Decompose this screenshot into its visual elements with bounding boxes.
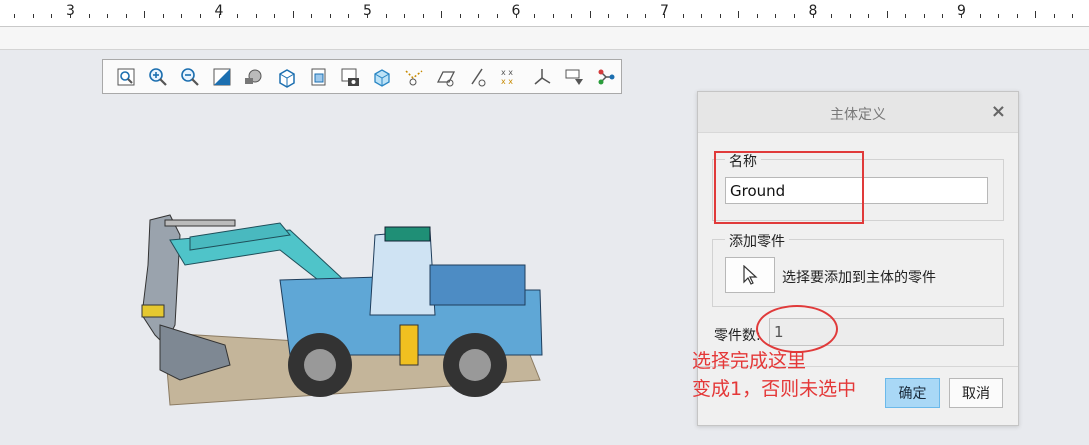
ruler-tick: [1072, 14, 1074, 18]
ruler-tick: [459, 14, 461, 18]
ruler-tick: [608, 14, 610, 18]
render-style-icon[interactable]: [239, 64, 268, 90]
ruler-tick: [534, 14, 536, 18]
constraint-icon[interactable]: [399, 64, 428, 90]
svg-text:x x: x x: [501, 77, 513, 86]
ruler-label: 7: [660, 3, 669, 19]
ruler-tick: [162, 14, 164, 18]
ruler-tick: [32, 14, 34, 18]
annotation-note-line2: 变成1，否则未选中: [692, 378, 857, 400]
ruler-tick: [738, 11, 740, 18]
ruler-tick: [589, 11, 591, 18]
ruler-tick: [775, 14, 777, 18]
ok-button[interactable]: 确定: [885, 378, 940, 408]
ruler-tick: [719, 14, 721, 18]
ruler-tick: [255, 14, 257, 18]
zoom-area-icon[interactable]: [207, 64, 236, 90]
box-view-icon[interactable]: [271, 64, 300, 90]
ruler-tick: [329, 14, 331, 18]
ruler-tick: [552, 14, 554, 18]
add-parts-group-label: 添加零件: [725, 231, 789, 251]
dialog-titlebar[interactable]: 主体定义 ×: [698, 92, 1018, 133]
ruler-tick: [385, 14, 387, 18]
ruler-tick: [292, 11, 294, 18]
ruler-label: 4: [214, 3, 224, 19]
ruler-label: 9: [957, 3, 966, 19]
ruler: 3 4 5 6 7 8 9: [0, 0, 1089, 27]
ruler-tick: [348, 14, 350, 18]
ruler-strip: [0, 27, 1089, 50]
dialog-title: 主体定义: [830, 107, 886, 123]
ruler-tick: [441, 11, 443, 18]
ruler-tick: [107, 14, 109, 18]
ruler-tick: [478, 14, 480, 18]
zoom-out-icon[interactable]: [175, 64, 204, 90]
ruler-tick: [923, 14, 925, 18]
annotation-highlight-box: [714, 151, 864, 224]
ruler-tick: [849, 14, 851, 18]
ruler-tick: [144, 11, 146, 18]
part-count-label: 零件数:: [714, 328, 761, 344]
ruler-label: 5: [363, 3, 372, 19]
ruler-tick: [942, 14, 944, 18]
ruler-tick: [88, 14, 90, 18]
ruler-tick: [1016, 14, 1018, 18]
annotation-note-line1: 选择完成这里: [692, 350, 807, 372]
ruler-tick: [274, 14, 276, 18]
cursor-arrow-icon: [743, 265, 758, 285]
axis-icon[interactable]: [527, 64, 556, 90]
ruler-tick: [886, 11, 888, 18]
ruler-tick: [793, 14, 795, 18]
view-orient-icon[interactable]: [303, 64, 332, 90]
ruler-tick: [979, 14, 981, 18]
ruler-tick: [905, 14, 907, 18]
ruler-tick: [831, 14, 833, 18]
plane-icon[interactable]: [431, 64, 460, 90]
ruler-tick: [626, 14, 628, 18]
points-icon[interactable]: x xx x: [495, 64, 524, 90]
ruler-tick: [682, 14, 684, 18]
ruler-tick: [125, 14, 127, 18]
ruler-label: 3: [66, 3, 75, 19]
ruler-tick: [496, 14, 498, 18]
close-icon[interactable]: ×: [991, 101, 1006, 122]
view-toolbar: x xx x: [102, 59, 622, 94]
ruler-label: 6: [511, 3, 521, 19]
excavator-model[interactable]: [130, 205, 550, 415]
ruler-tick: [51, 14, 53, 18]
ruler-tick: [571, 14, 573, 18]
ruler-tick: [422, 14, 424, 18]
select-part-button[interactable]: [725, 257, 775, 293]
ruler-tick: [645, 14, 647, 18]
add-parts-hint: 选择要添加到主体的零件: [782, 270, 936, 286]
ruler-tick: [756, 14, 758, 18]
cancel-button[interactable]: 取消: [949, 378, 1003, 408]
ruler-label: 8: [808, 3, 818, 19]
ruler-tick: [868, 14, 870, 18]
ruler-tick: [14, 14, 16, 18]
hide-line-icon[interactable]: [463, 64, 492, 90]
ruler-tick: [404, 14, 406, 18]
zoom-fit-icon[interactable]: [111, 64, 140, 90]
ruler-tick: [181, 14, 183, 18]
connect-icon[interactable]: [591, 64, 620, 90]
display-filter-icon[interactable]: [559, 64, 588, 90]
svg-text:x x: x x: [501, 68, 513, 77]
ruler-tick: [311, 14, 313, 18]
ruler-tick: [701, 14, 703, 18]
ruler-tick: [998, 14, 1000, 18]
transparent-icon[interactable]: [367, 64, 396, 90]
ruler-tick: [237, 14, 239, 18]
screenshot-icon[interactable]: [335, 64, 364, 90]
ruler-tick: [199, 14, 201, 18]
ruler-tick: [1053, 14, 1055, 18]
zoom-in-icon[interactable]: [143, 64, 172, 90]
ruler-tick: [1035, 11, 1037, 18]
